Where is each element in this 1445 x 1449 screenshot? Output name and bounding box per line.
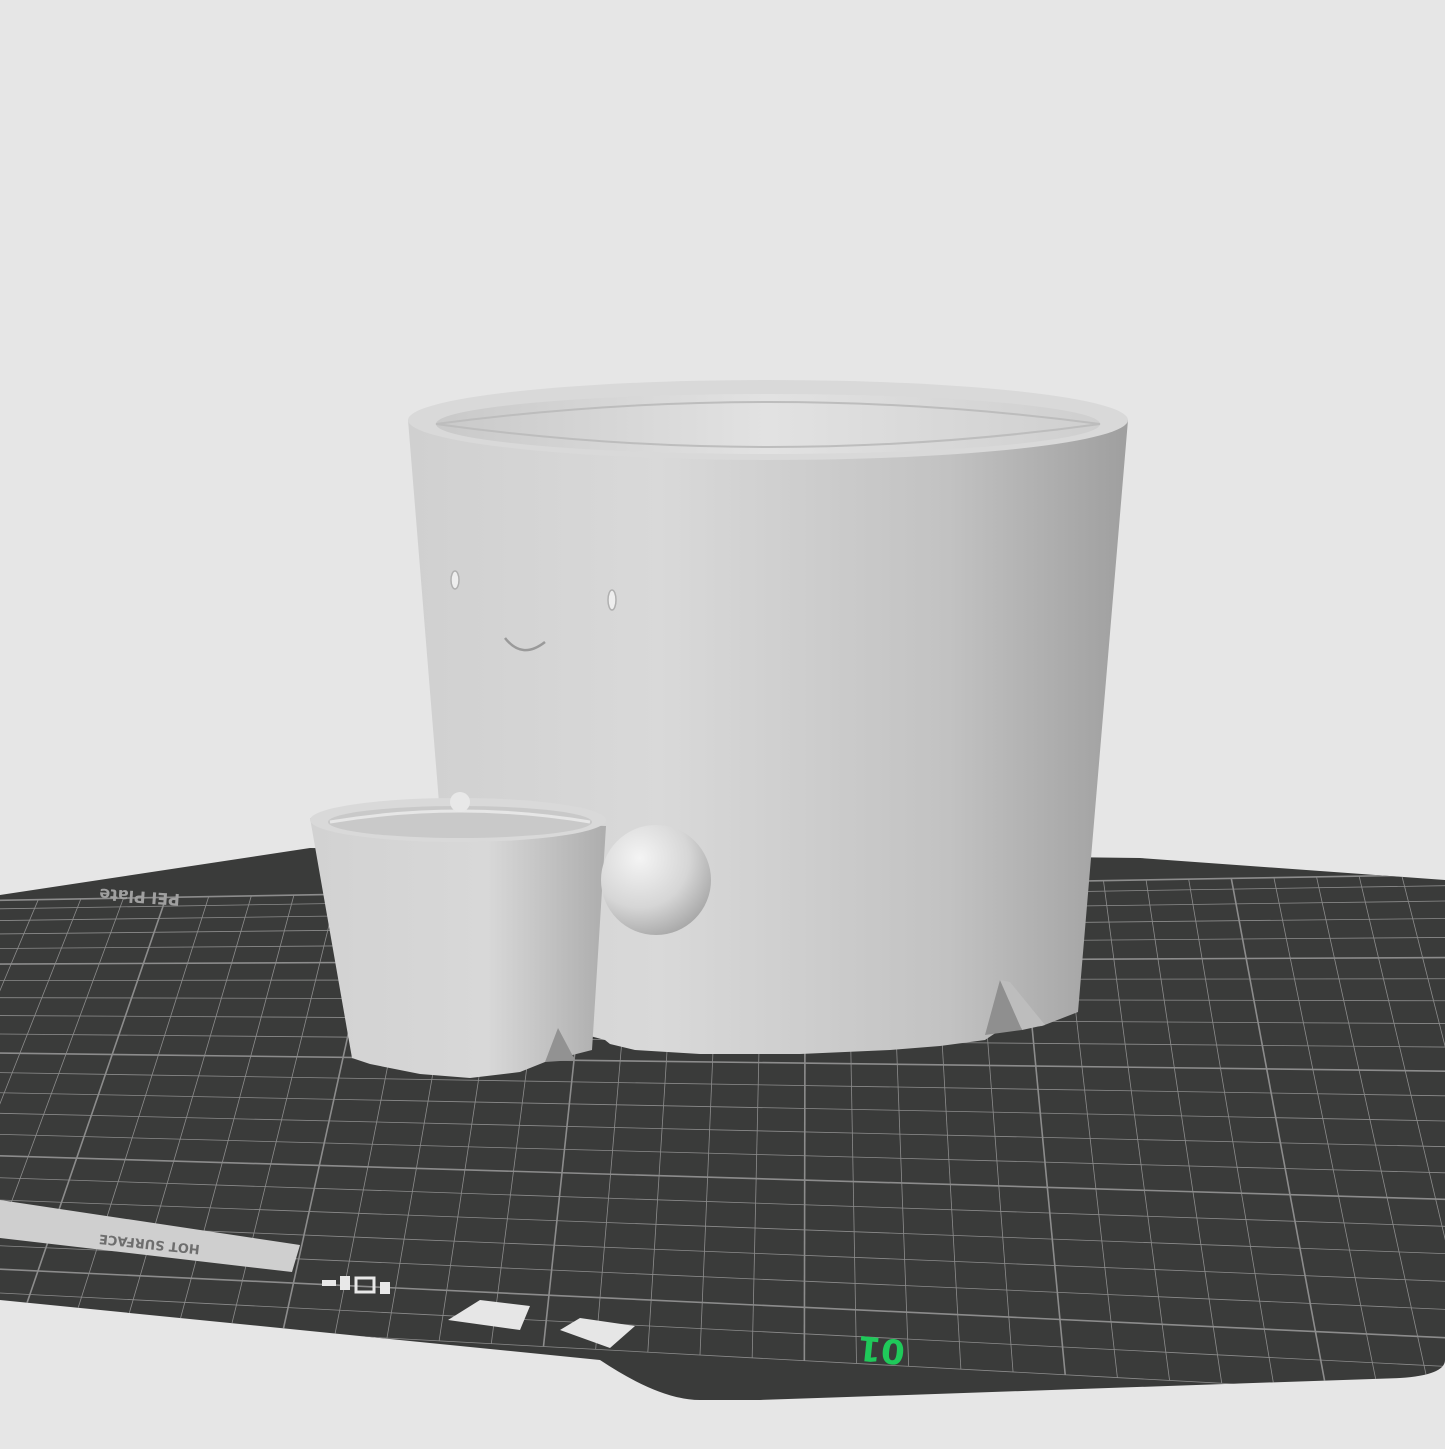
small-planter-pot[interactable]	[310, 792, 606, 1078]
left-eye-icon	[450, 570, 460, 590]
ball[interactable]	[601, 825, 711, 935]
3d-viewport[interactable]: HOT SURFACE PEI Plate 01	[0, 0, 1445, 1445]
viewport-scene: HOT SURFACE PEI Plate 01	[0, 380, 1445, 1400]
ball-sphere	[601, 825, 711, 935]
small-pot-knob	[450, 792, 470, 812]
right-eye-icon	[607, 589, 617, 611]
plate-number: 01	[856, 1327, 907, 1372]
